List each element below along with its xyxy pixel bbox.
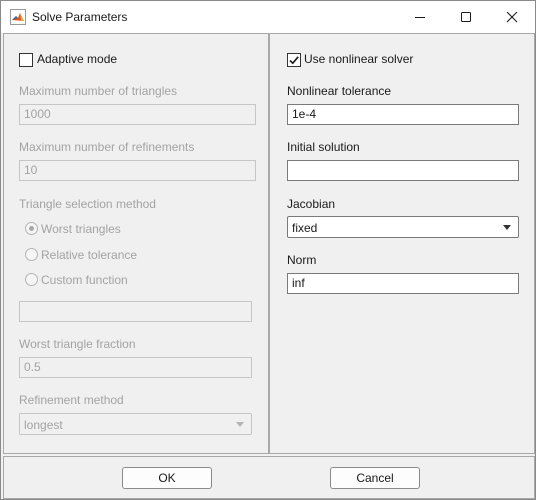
jacobian-label: Jacobian xyxy=(287,197,336,211)
norm-field[interactable]: inf xyxy=(287,273,519,294)
refinement-method-label: Refinement method xyxy=(19,393,124,407)
nonlinear-panel: Use nonlinear solver Nonlinear tolerance… xyxy=(269,33,535,454)
initial-solution-field[interactable] xyxy=(287,160,519,181)
cancel-button[interactable]: Cancel xyxy=(330,467,420,489)
maximize-button[interactable] xyxy=(443,1,489,33)
nonlinear-tolerance-field[interactable]: 1e-4 xyxy=(287,104,519,125)
maximize-icon xyxy=(461,12,471,22)
jacobian-value: fixed xyxy=(292,221,318,235)
radio-worst-triangles-label[interactable]: Worst triangles xyxy=(41,222,121,236)
radio-relative-tolerance[interactable] xyxy=(25,248,38,261)
solve-parameters-dialog: Solve Parameters Adaptive mode Maximum n… xyxy=(0,0,536,500)
checkmark-icon xyxy=(289,56,299,65)
title-bar: Solve Parameters xyxy=(1,1,535,33)
radio-worst-triangles[interactable] xyxy=(25,222,38,235)
radio-custom-function-label[interactable]: Custom function xyxy=(41,273,128,287)
norm-label: Norm xyxy=(287,253,317,267)
custom-function-field[interactable] xyxy=(19,301,252,322)
window-title: Solve Parameters xyxy=(32,10,128,24)
refinement-method-value: longest xyxy=(24,418,63,432)
chevron-down-icon xyxy=(236,422,244,427)
refinement-method-dropdown[interactable]: longest xyxy=(19,413,252,435)
nonlinear-solver-label[interactable]: Use nonlinear solver xyxy=(304,52,413,66)
adaptive-panel: Adaptive mode Maximum number of triangle… xyxy=(3,33,269,454)
close-button[interactable] xyxy=(489,1,535,33)
selection-method-label: Triangle selection method xyxy=(19,197,156,211)
radio-relative-tolerance-label[interactable]: Relative tolerance xyxy=(41,248,137,262)
ok-button[interactable]: OK xyxy=(122,467,212,489)
initial-solution-label: Initial solution xyxy=(287,140,360,154)
matlab-logo-icon xyxy=(10,9,26,25)
jacobian-dropdown[interactable]: fixed xyxy=(287,216,519,238)
radio-custom-function[interactable] xyxy=(25,273,38,286)
close-icon xyxy=(506,11,518,23)
adaptive-mode-label[interactable]: Adaptive mode xyxy=(37,52,117,66)
max-triangles-label: Maximum number of triangles xyxy=(19,84,178,98)
max-refinements-field[interactable]: 10 xyxy=(19,160,256,181)
adaptive-mode-checkbox[interactable] xyxy=(19,53,33,67)
minimize-icon xyxy=(415,17,425,18)
nonlinear-tolerance-label: Nonlinear tolerance xyxy=(287,84,392,98)
minimize-button[interactable] xyxy=(397,1,443,33)
max-refinements-label: Maximum number of refinements xyxy=(19,140,195,154)
max-triangles-field[interactable]: 1000 xyxy=(19,104,256,125)
chevron-down-icon xyxy=(503,225,511,230)
button-bar: OK Cancel xyxy=(3,456,535,499)
worst-fraction-field[interactable]: 0.5 xyxy=(19,357,252,378)
worst-fraction-label: Worst triangle fraction xyxy=(19,337,136,351)
nonlinear-solver-checkbox[interactable] xyxy=(287,53,301,67)
radio-selected-dot xyxy=(29,226,34,231)
